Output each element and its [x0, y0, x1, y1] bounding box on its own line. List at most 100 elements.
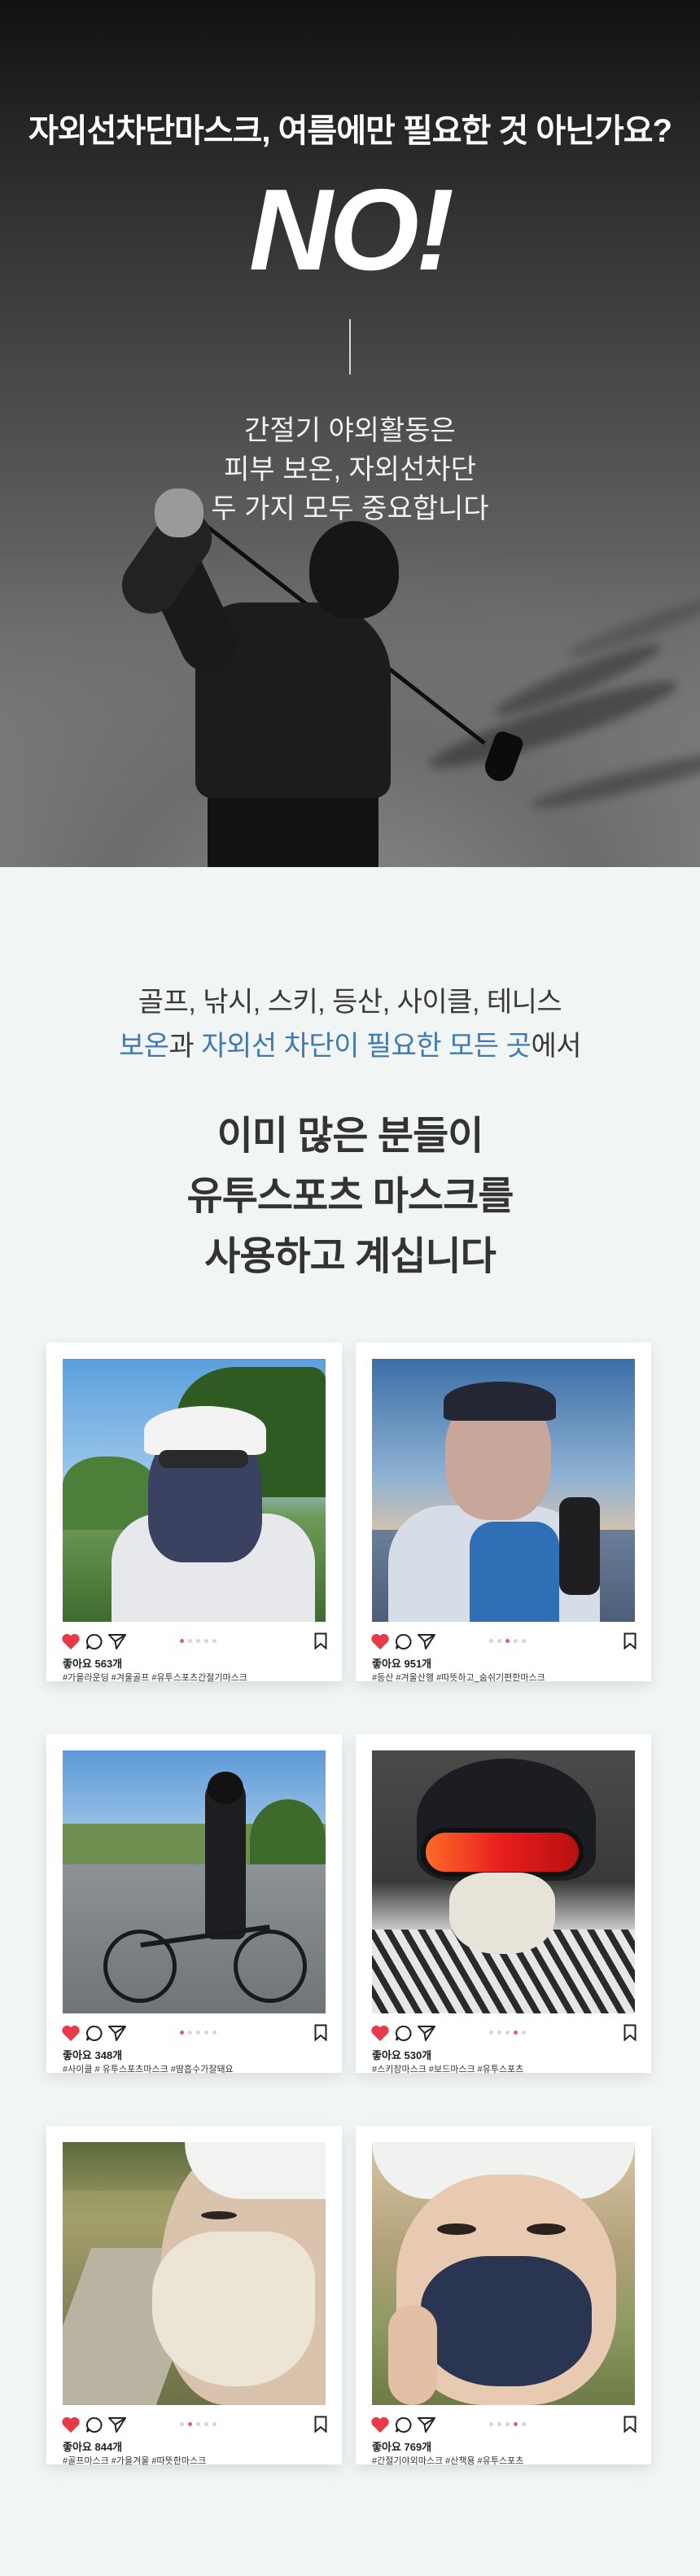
comment-icon[interactable] [395, 2025, 413, 2045]
review-card[interactable]: 좋아요 769개 #간절기야외마스크 #산책용 #유투스포츠 [356, 2126, 651, 2466]
review-photo[interactable] [372, 2142, 635, 2405]
sports-list: 골프, 낚시, 스키, 등산, 사이클, 테니스 [138, 987, 562, 1018]
headline: 이미 많은 분들이 유투스포츠 마스크를 사용하고 계십니다 [0, 1106, 700, 1287]
review-grid: 좋아요 563개 #가을라운딩 #겨울골프 #유투스포츠간절기마스크 좋아요 9… [0, 1287, 700, 2553]
carousel-dot [180, 1639, 184, 1643]
carousel-dot [497, 1639, 501, 1643]
carousel-dot [497, 2422, 501, 2426]
golfer-silhouette [106, 488, 562, 867]
intro-section: 골프, 낚시, 스키, 등산, 사이클, 테니스 보온과 자외선 차단이 필요한… [0, 867, 700, 1287]
comment-icon[interactable] [85, 1633, 103, 1654]
hashtags: #스키장마스크 #보드마스크 #유투스포츠 [372, 2065, 524, 2074]
review-photo[interactable] [372, 1359, 635, 1622]
send-icon[interactable] [108, 2025, 126, 2044]
carousel-dot [522, 1639, 526, 1643]
review-card[interactable]: 좋아요 844개 #골프마스크 #가을겨울 #따뜻한마스크 [46, 2126, 342, 2466]
review-photo[interactable] [63, 1359, 326, 1622]
send-icon[interactable] [418, 1633, 435, 1653]
send-icon[interactable] [108, 1633, 126, 1653]
comment-icon[interactable] [85, 2025, 103, 2045]
send-icon[interactable] [418, 2416, 435, 2436]
intro-subline: 보온과 자외선 차단이 필요한 모든 곳에서 [0, 1028, 700, 1064]
heart-icon[interactable] [370, 2416, 390, 2437]
bookmark-icon[interactable] [623, 2416, 637, 2436]
highlight-text: 보온 [118, 1031, 169, 1062]
divider [349, 319, 351, 375]
carousel-dot [489, 2422, 493, 2426]
likes-count: 좋아요 348개 [63, 2049, 123, 2061]
carousel-dots [489, 1639, 526, 1643]
carousel-dot [188, 1639, 192, 1643]
review-photo[interactable] [372, 1750, 635, 2013]
heart-icon[interactable] [370, 1632, 390, 1654]
bookmark-icon[interactable] [314, 1632, 327, 1653]
carousel-dots [180, 1639, 217, 1643]
carousel-dot [188, 2031, 192, 2035]
hero-message: 간절기 야외활동은 피부 보온, 자외선차단 두 가지 모두 중요합니다 [0, 411, 700, 528]
post-actions [370, 1632, 637, 1650]
post-actions [61, 2024, 327, 2042]
likes-count: 좋아요 844개 [63, 2441, 123, 2453]
bookmark-icon[interactable] [314, 2416, 327, 2436]
carousel-dots [180, 2031, 217, 2035]
carousel-dot [505, 1639, 510, 1643]
headline-line: 이미 많은 분들이 [217, 1115, 484, 1158]
likes-count: 좋아요 951개 [372, 1658, 432, 1670]
send-icon[interactable] [418, 2025, 435, 2044]
carousel-dot [188, 2422, 192, 2426]
heart-icon[interactable] [370, 2024, 390, 2045]
comment-icon[interactable] [85, 2416, 103, 2437]
carousel-dot [204, 2422, 208, 2426]
bookmark-icon[interactable] [623, 2024, 637, 2044]
carousel-dot [514, 1639, 518, 1643]
carousel-dot [196, 1639, 200, 1643]
review-card[interactable]: 좋아요 530개 #스키장마스크 #보드마스크 #유투스포츠 [356, 1734, 651, 2074]
likes-count: 좋아요 769개 [372, 2441, 432, 2453]
bookmark-icon[interactable] [623, 1632, 637, 1653]
post-actions [370, 2416, 637, 2434]
carousel-dots [180, 2422, 217, 2426]
hashtags: #사이클 # 유투스포츠마스크 #땀흡수가잘돼요 [63, 2065, 234, 2074]
hero-line: 간절기 야외활동은 [244, 415, 456, 446]
heart-icon[interactable] [61, 2416, 81, 2437]
carousel-dot [522, 2031, 526, 2035]
carousel-dot [180, 2031, 184, 2035]
carousel-dot [514, 2422, 518, 2426]
carousel-dot [212, 2031, 217, 2035]
review-card[interactable]: 좋아요 348개 #사이클 # 유투스포츠마스크 #땀흡수가잘돼요 [46, 1734, 342, 2074]
hero-answer: NO! [248, 165, 454, 295]
carousel-dot [180, 2422, 184, 2426]
post-actions [370, 2024, 637, 2042]
review-photo[interactable] [63, 1750, 326, 2013]
review-card[interactable]: 좋아요 563개 #가을라운딩 #겨울골프 #유투스포츠간절기마스크 [46, 1343, 342, 1683]
post-actions [61, 1632, 327, 1650]
hashtags: #골프마스크 #가을겨울 #따뜻한마스크 [63, 2456, 207, 2466]
carousel-dot [204, 2031, 208, 2035]
carousel-dot [204, 1639, 208, 1643]
heart-icon[interactable] [61, 2024, 81, 2045]
bookmark-icon[interactable] [314, 2024, 327, 2044]
carousel-dot [196, 2031, 200, 2035]
plain-text: 에서 [531, 1031, 581, 1062]
carousel-dot [196, 2422, 200, 2426]
hashtags: #가을라운딩 #겨울골프 #유투스포츠간절기마스크 [63, 1673, 247, 1683]
hashtags: #간절기야외마스크 #산책용 #유투스포츠 [372, 2456, 524, 2466]
review-card[interactable]: 좋아요 951개 #등산 #겨울산행 #따뜻하고_숨쉬기편한마스크 [356, 1343, 651, 1683]
comment-icon[interactable] [395, 2416, 413, 2437]
hero-line: 두 가지 모두 중요합니다 [211, 493, 489, 524]
highlight-text: 자외선 차단이 필요한 모든 곳 [201, 1031, 532, 1062]
plain-text: 과 [168, 1031, 202, 1062]
heart-icon[interactable] [61, 1632, 81, 1654]
likes-count: 좋아요 530개 [372, 2049, 432, 2061]
carousel-dot [212, 2422, 217, 2426]
carousel-dot [489, 2031, 493, 2035]
hero-line: 피부 보온, 자외선차단 [224, 454, 476, 485]
hero-section: 자외선차단마스크, 여름에만 필요한 것 아닌가요? NO! 간절기 야외활동은… [0, 0, 700, 867]
carousel-dots [489, 2031, 526, 2035]
send-icon[interactable] [108, 2416, 126, 2436]
likes-count: 좋아요 563개 [63, 1658, 123, 1670]
carousel-dot [505, 2031, 510, 2035]
comment-icon[interactable] [395, 1633, 413, 1654]
review-photo[interactable] [63, 2142, 326, 2405]
carousel-dot [514, 2031, 518, 2035]
